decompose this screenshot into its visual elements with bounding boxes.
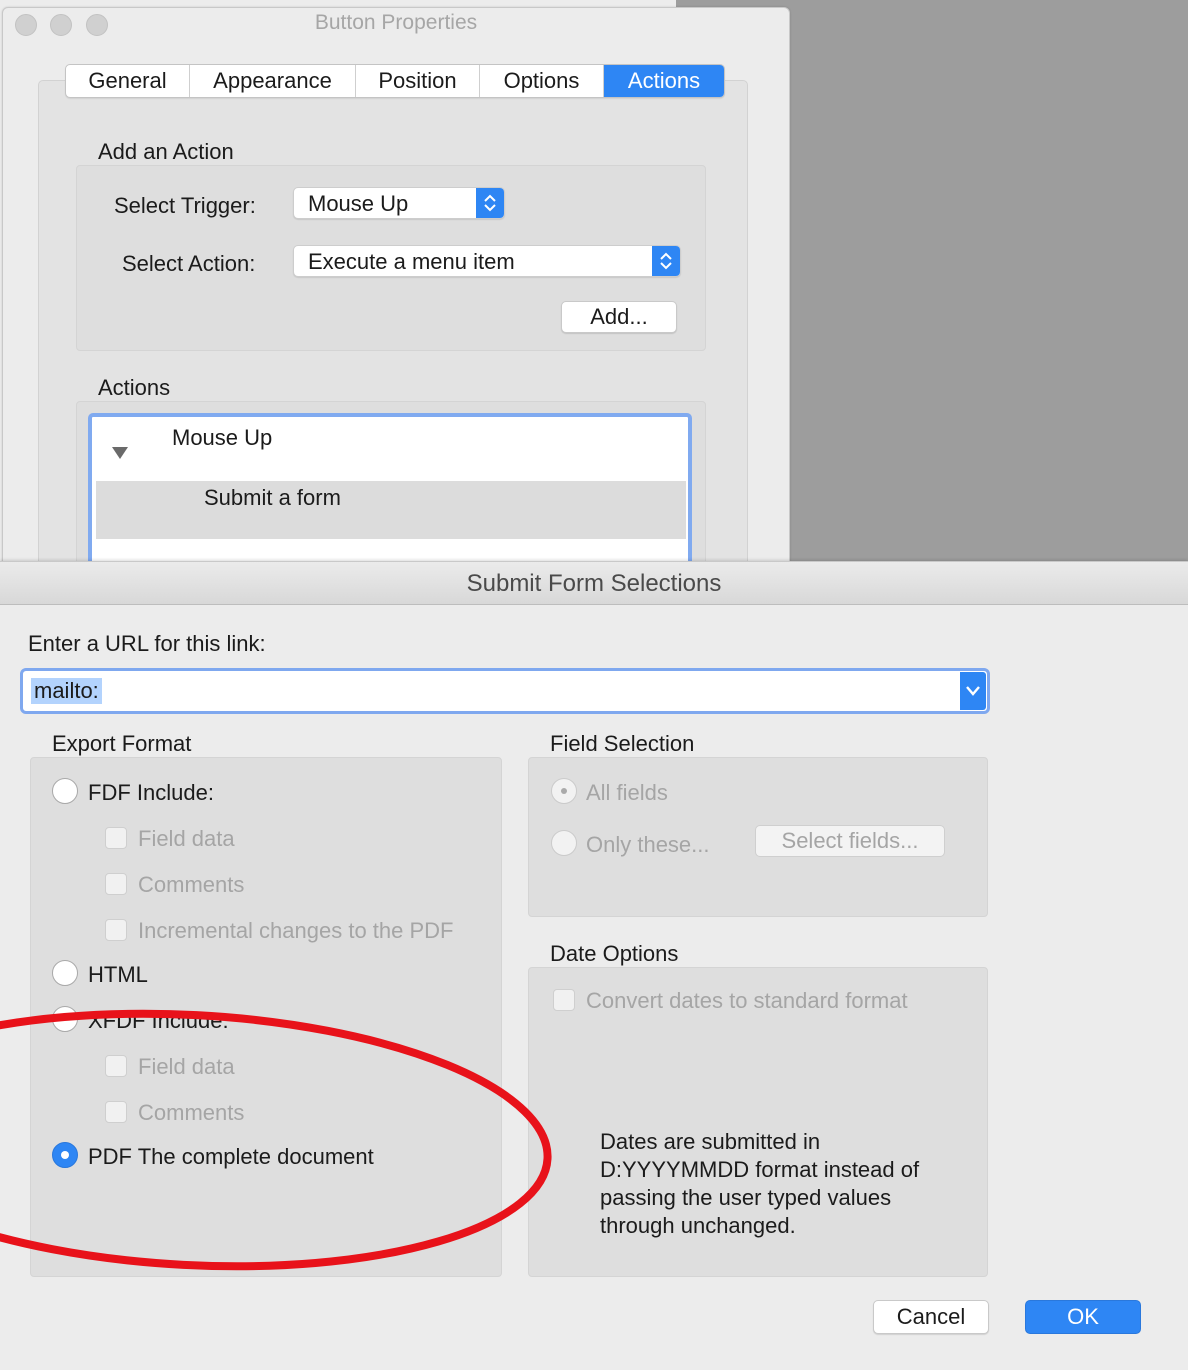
annotation-circle [0,1009,552,1271]
